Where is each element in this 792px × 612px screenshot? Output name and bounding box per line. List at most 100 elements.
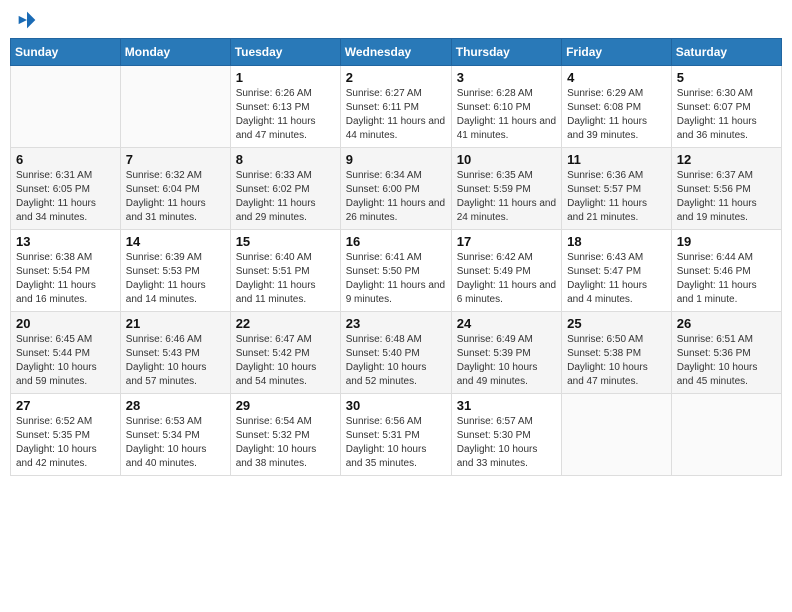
day-number: 4 [567,70,666,85]
day-info: Sunrise: 6:54 AMSunset: 5:32 PMDaylight:… [236,415,335,471]
day-info: Sunrise: 6:34 AMSunset: 6:00 PMDaylight:… [346,169,446,225]
day-info: Sunrise: 6:28 AMSunset: 6:10 PMDaylight:… [457,87,556,143]
day-number: 25 [567,316,666,331]
day-info: Sunrise: 6:30 AMSunset: 6:07 PMDaylight:… [677,87,776,143]
calendar-cell: 20 Sunrise: 6:45 AMSunset: 5:44 PMDayligh… [11,312,121,394]
day-number: 15 [236,234,335,249]
day-number: 8 [236,152,335,167]
calendar-cell: 4 Sunrise: 6:29 AMSunset: 6:08 PMDaylight… [562,66,672,148]
day-number: 5 [677,70,776,85]
page: SundayMondayTuesdayWednesdayThursdayFrid… [0,0,792,612]
calendar-cell [562,394,672,476]
day-info: Sunrise: 6:53 AMSunset: 5:34 PMDaylight:… [126,415,225,471]
calendar-cell: 30 Sunrise: 6:56 AMSunset: 5:31 PMDayligh… [340,394,451,476]
day-number: 29 [236,398,335,413]
day-info: Sunrise: 6:37 AMSunset: 5:56 PMDaylight:… [677,169,776,225]
calendar-cell: 24 Sunrise: 6:49 AMSunset: 5:39 PMDayligh… [451,312,561,394]
logo-icon [17,10,37,30]
day-info: Sunrise: 6:56 AMSunset: 5:31 PMDaylight:… [346,415,446,471]
calendar-cell [120,66,230,148]
calendar-week-row-3: 20 Sunrise: 6:45 AMSunset: 5:44 PMDayligh… [11,312,782,394]
calendar-cell: 16 Sunrise: 6:41 AMSunset: 5:50 PMDayligh… [340,230,451,312]
day-number: 14 [126,234,225,249]
day-info: Sunrise: 6:33 AMSunset: 6:02 PMDaylight:… [236,169,335,225]
day-number: 18 [567,234,666,249]
day-info: Sunrise: 6:57 AMSunset: 5:30 PMDaylight:… [457,415,556,471]
day-number: 9 [346,152,446,167]
calendar-cell: 27 Sunrise: 6:52 AMSunset: 5:35 PMDayligh… [11,394,121,476]
day-info: Sunrise: 6:47 AMSunset: 5:42 PMDaylight:… [236,333,335,389]
day-info: Sunrise: 6:35 AMSunset: 5:59 PMDaylight:… [457,169,556,225]
day-info: Sunrise: 6:43 AMSunset: 5:47 PMDaylight:… [567,251,666,307]
day-number: 26 [677,316,776,331]
day-number: 11 [567,152,666,167]
calendar-cell: 7 Sunrise: 6:32 AMSunset: 6:04 PMDaylight… [120,148,230,230]
day-info: Sunrise: 6:45 AMSunset: 5:44 PMDaylight:… [16,333,115,389]
calendar-cell: 2 Sunrise: 6:27 AMSunset: 6:11 PMDaylight… [340,66,451,148]
calendar-cell: 8 Sunrise: 6:33 AMSunset: 6:02 PMDaylight… [230,148,340,230]
day-number: 12 [677,152,776,167]
calendar-header-friday: Friday [562,39,672,66]
day-number: 27 [16,398,115,413]
day-number: 24 [457,316,556,331]
day-info: Sunrise: 6:29 AMSunset: 6:08 PMDaylight:… [567,87,666,143]
day-number: 28 [126,398,225,413]
day-number: 16 [346,234,446,249]
day-number: 7 [126,152,225,167]
calendar-cell: 10 Sunrise: 6:35 AMSunset: 5:59 PMDayligh… [451,148,561,230]
calendar-cell: 25 Sunrise: 6:50 AMSunset: 5:38 PMDayligh… [562,312,672,394]
day-info: Sunrise: 6:48 AMSunset: 5:40 PMDaylight:… [346,333,446,389]
day-info: Sunrise: 6:27 AMSunset: 6:11 PMDaylight:… [346,87,446,143]
calendar-cell: 19Sunrise: 6:44 AMSunset: 5:46 PMDayligh… [671,230,781,312]
day-number: 21 [126,316,225,331]
day-info: Sunrise: 6:32 AMSunset: 6:04 PMDaylight:… [126,169,225,225]
calendar-cell: 28 Sunrise: 6:53 AMSunset: 5:34 PMDayligh… [120,394,230,476]
day-info: Sunrise: 6:39 AMSunset: 5:53 PMDaylight:… [126,251,225,307]
day-info: Sunrise: 6:49 AMSunset: 5:39 PMDaylight:… [457,333,556,389]
calendar-cell: 6 Sunrise: 6:31 AMSunset: 6:05 PMDaylight… [11,148,121,230]
calendar-header-tuesday: Tuesday [230,39,340,66]
calendar-cell: 12 Sunrise: 6:37 AMSunset: 5:56 PMDayligh… [671,148,781,230]
day-number: 3 [457,70,556,85]
day-number: 13 [16,234,115,249]
day-info: Sunrise: 6:52 AMSunset: 5:35 PMDaylight:… [16,415,115,471]
calendar-cell: 31 Sunrise: 6:57 AMSunset: 5:30 PMDayligh… [451,394,561,476]
calendar-cell: 29 Sunrise: 6:54 AMSunset: 5:32 PMDayligh… [230,394,340,476]
day-number: 2 [346,70,446,85]
calendar-cell [671,394,781,476]
day-info: Sunrise: 6:40 AMSunset: 5:51 PMDaylight:… [236,251,335,307]
day-info: Sunrise: 6:46 AMSunset: 5:43 PMDaylight:… [126,333,225,389]
header [10,10,782,30]
calendar-cell: 9 Sunrise: 6:34 AMSunset: 6:00 PMDaylight… [340,148,451,230]
day-info: Sunrise: 6:44 AMSunset: 5:46 PMDaylight:… [677,251,776,307]
day-info: Sunrise: 6:50 AMSunset: 5:38 PMDaylight:… [567,333,666,389]
calendar-week-row-4: 27 Sunrise: 6:52 AMSunset: 5:35 PMDayligh… [11,394,782,476]
calendar-header-saturday: Saturday [671,39,781,66]
calendar-cell: 3 Sunrise: 6:28 AMSunset: 6:10 PMDaylight… [451,66,561,148]
day-number: 1 [236,70,335,85]
day-info: Sunrise: 6:31 AMSunset: 6:05 PMDaylight:… [16,169,115,225]
day-number: 31 [457,398,556,413]
day-number: 22 [236,316,335,331]
calendar-cell: 13 Sunrise: 6:38 AMSunset: 5:54 PMDayligh… [11,230,121,312]
calendar-header-row: SundayMondayTuesdayWednesdayThursdayFrid… [11,39,782,66]
calendar-cell [11,66,121,148]
day-number: 6 [16,152,115,167]
calendar-header-wednesday: Wednesday [340,39,451,66]
day-info: Sunrise: 6:36 AMSunset: 5:57 PMDaylight:… [567,169,666,225]
calendar-cell: 15 Sunrise: 6:40 AMSunset: 5:51 PMDayligh… [230,230,340,312]
logo [14,10,37,30]
day-number: 20 [16,316,115,331]
day-number: 23 [346,316,446,331]
day-info: Sunrise: 6:38 AMSunset: 5:54 PMDaylight:… [16,251,115,307]
day-number: 10 [457,152,556,167]
day-number: 30 [346,398,446,413]
day-info: Sunrise: 6:42 AMSunset: 5:49 PMDaylight:… [457,251,556,307]
day-info: Sunrise: 6:41 AMSunset: 5:50 PMDaylight:… [346,251,446,307]
calendar-cell: 23 Sunrise: 6:48 AMSunset: 5:40 PMDayligh… [340,312,451,394]
day-info: Sunrise: 6:26 AMSunset: 6:13 PMDaylight:… [236,87,335,143]
calendar-header-thursday: Thursday [451,39,561,66]
day-info: Sunrise: 6:51 AMSunset: 5:36 PMDaylight:… [677,333,776,389]
day-number: 17 [457,234,556,249]
calendar-header-monday: Monday [120,39,230,66]
